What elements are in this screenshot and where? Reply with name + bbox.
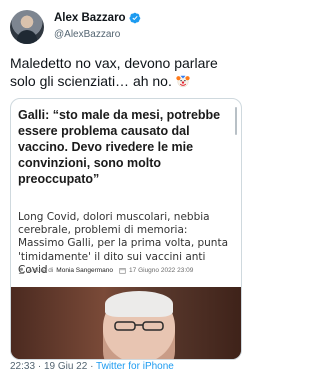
author-handle[interactable]: @AlexBazzaro xyxy=(54,29,120,40)
avatar[interactable] xyxy=(10,10,44,44)
tweet-header: Alex Bazzaro @AlexBazzaro xyxy=(10,8,242,48)
card-headline[interactable]: Galli: “sto male da mesi, potrebbe esser… xyxy=(18,107,232,187)
glasses-icon xyxy=(114,321,164,331)
footer-separator-1: · xyxy=(37,361,42,372)
meta-prefix: A cura di xyxy=(28,267,54,274)
clown-face-icon xyxy=(176,75,190,88)
verified-badge-icon xyxy=(129,12,140,24)
author-name[interactable]: Alex Bazzaro xyxy=(54,12,126,24)
card-meta: A cura di Monia Sangermano 17 Giugno 202… xyxy=(18,267,234,274)
author-icon xyxy=(18,267,25,274)
tweet-date[interactable]: 19 Giu 22 xyxy=(44,361,87,372)
tweet-footer: 22:33 · 19 Giu 22 · Twitter for iPhone xyxy=(10,361,174,372)
author-name-row[interactable]: Alex Bazzaro xyxy=(54,12,141,24)
meta-author[interactable]: Monia Sangermano xyxy=(56,267,113,274)
link-preview-card[interactable]: Galli: “sto male da mesi, potrebbe esser… xyxy=(10,98,242,360)
calendar-icon xyxy=(119,268,126,274)
tweet-client[interactable]: Twitter for iPhone xyxy=(96,361,174,372)
tweet-time[interactable]: 22:33 xyxy=(10,361,35,372)
footer-separator-2: · xyxy=(90,361,94,372)
tweet-text: Maledetto no vax, devono parlare solo gl… xyxy=(10,54,242,90)
portrait-hair xyxy=(105,291,173,317)
article-photo[interactable] xyxy=(11,287,241,359)
scrollbar[interactable] xyxy=(235,107,237,135)
meta-date: 17 Giugno 2022 23:09 xyxy=(129,267,194,274)
